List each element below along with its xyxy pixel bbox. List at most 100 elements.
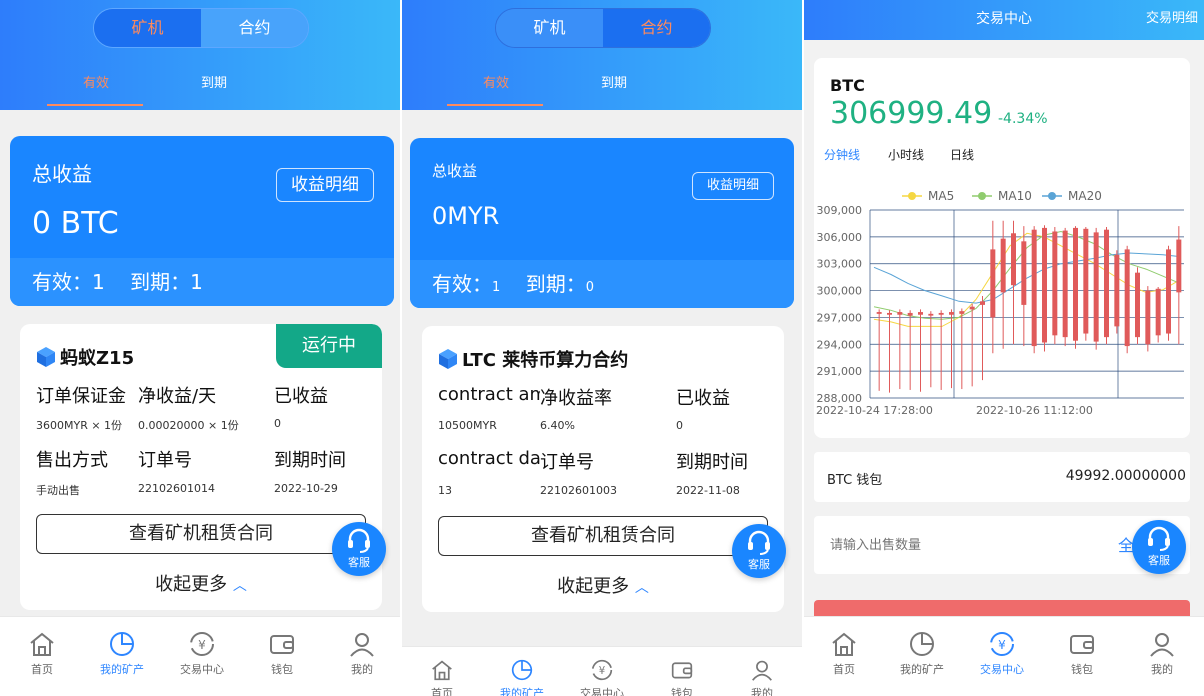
candle-body xyxy=(1031,229,1037,347)
label-sell-mode: 售出方式 xyxy=(36,450,108,471)
candle-body xyxy=(1166,249,1171,334)
nav-home[interactable]: 首页 xyxy=(2,631,82,677)
customer-service-button[interactable]: 客服 xyxy=(332,522,386,576)
nav-wallet[interactable]: 钱包 xyxy=(1042,631,1122,677)
pie-chart-icon xyxy=(910,632,934,656)
nav-home[interactable]: 首页 xyxy=(402,659,482,696)
expired-count: 0 xyxy=(585,280,594,295)
nav-trade-center[interactable]: ¥ 交易中心 xyxy=(562,659,642,696)
label-expire: 到期时间 xyxy=(274,450,346,471)
earnings-value: 0MYR xyxy=(432,202,500,230)
collapse-label: 收起更多 xyxy=(557,576,630,597)
home-icon xyxy=(30,632,54,656)
current-price: 306999.49 xyxy=(830,96,993,131)
tab-minute[interactable]: 分钟线 xyxy=(824,146,860,163)
nav-label-wallet: 钱包 xyxy=(1071,663,1093,676)
candle-body xyxy=(938,312,944,315)
trade-detail-link[interactable]: 交易明细 xyxy=(1146,0,1198,38)
nav-my-mining[interactable]: 我的矿产 xyxy=(482,659,562,696)
collapse-more-button[interactable]: 收起更多 ︿ xyxy=(422,572,784,598)
earnings-title: 总收益 xyxy=(32,162,92,186)
y-tick-label: 297,000 xyxy=(817,311,863,324)
collapse-label: 收起更多 xyxy=(155,574,228,595)
status-badge: 运行中 xyxy=(276,324,382,368)
customer-service-button[interactable]: 客服 xyxy=(732,524,786,578)
chart-legend: MA5 MA10 MA20 xyxy=(902,189,1102,203)
earnings-detail-button[interactable]: 收益明细 xyxy=(691,172,774,200)
seg-miner[interactable]: 矿机 xyxy=(496,9,603,47)
tab-hour[interactable]: 小时线 xyxy=(888,146,924,163)
customer-service-button[interactable]: 客服 xyxy=(1132,520,1186,574)
view-contract-button[interactable]: 查看矿机租赁合同 xyxy=(36,514,366,554)
nav-wallet[interactable]: 钱包 xyxy=(642,659,722,696)
candle-body xyxy=(1021,241,1027,305)
candle-body xyxy=(1062,230,1068,338)
nav-label-mining: 我的矿产 xyxy=(500,687,544,696)
tab-active[interactable]: 有效 xyxy=(483,72,509,91)
order-title: LTC 莱特币算力合约 xyxy=(438,346,628,372)
order-name: LTC 莱特币算力合约 xyxy=(462,350,629,371)
wallet-balance: 49992.00000000 xyxy=(1065,468,1186,484)
wallet-icon xyxy=(270,635,294,654)
nav-me[interactable]: 我的 xyxy=(722,659,802,696)
order-title: 蚂蚁Z15 xyxy=(36,344,134,370)
nav-label-home: 首页 xyxy=(431,687,453,696)
expired-label: 到期： xyxy=(525,272,586,296)
nav-my-mining[interactable]: 我的矿产 xyxy=(882,631,962,677)
mode-switch: 矿机 合约 xyxy=(93,8,309,48)
tab-day[interactable]: 日线 xyxy=(950,146,974,163)
nav-home[interactable]: 首页 xyxy=(804,631,884,677)
nav-my-mining[interactable]: 我的矿产 xyxy=(82,631,162,677)
earnings-detail-button[interactable]: 收益明细 xyxy=(276,168,374,202)
tab-underline xyxy=(47,104,143,106)
order-card: LTC 莱特币算力合约 contract amo 净收益率 已收益 10500M… xyxy=(422,326,784,612)
seg-miner[interactable]: 矿机 xyxy=(94,9,201,47)
seg-contract[interactable]: 合约 xyxy=(201,9,308,47)
nav-label-trade: 交易中心 xyxy=(980,663,1024,676)
headset-icon xyxy=(348,528,370,553)
nav-label-mining: 我的矿产 xyxy=(900,663,944,676)
candle-body xyxy=(1145,290,1151,345)
customer-service-label: 客服 xyxy=(1148,554,1170,567)
legend-marker xyxy=(908,192,916,200)
tab-expired[interactable]: 到期 xyxy=(601,72,627,91)
trade-center-panel: 交易中心 交易明细 BTC 306999.49 -4.34% 分钟线 小时线 日… xyxy=(804,0,1204,696)
candle-body xyxy=(928,313,934,316)
tab-expired[interactable]: 到期 xyxy=(201,72,227,91)
btc-wallet-row: BTC 钱包 49992.00000000 xyxy=(814,452,1190,502)
nav-trade-center[interactable]: ¥ 交易中心 xyxy=(162,631,242,677)
legend-label: MA5 xyxy=(928,189,954,203)
view-contract-button[interactable]: 查看矿机租赁合同 xyxy=(438,516,768,556)
value-order-no: 22102601003 xyxy=(540,484,617,497)
chart-card: BTC 306999.49 -4.34% 分钟线 小时线 日线 MA5 MA10 M… xyxy=(814,58,1190,438)
nav-me[interactable]: 我的 xyxy=(1122,631,1202,677)
expired-count: 1 xyxy=(190,270,203,294)
legend-marker xyxy=(978,192,986,200)
candle-body xyxy=(949,312,954,315)
chevron-up-icon: ︿ xyxy=(232,578,247,594)
cube-icon xyxy=(439,349,457,369)
headset-icon xyxy=(748,530,770,555)
y-tick-label: 294,000 xyxy=(817,338,863,351)
svg-text:¥: ¥ xyxy=(198,638,206,652)
value-earned: 0 xyxy=(274,417,281,430)
pie-chart-icon xyxy=(110,632,134,656)
mining-panel: 矿机 合约 有效 到期 总收益 收益明细 0 BTC 有效：1 到期：1 运行中… xyxy=(0,0,400,696)
tab-active[interactable]: 有效 xyxy=(83,72,109,91)
sell-amount-input[interactable] xyxy=(830,534,1110,556)
nav-trade-center[interactable]: ¥ 交易中心 xyxy=(962,631,1042,677)
label-order-no: 订单号 xyxy=(138,450,192,471)
nav-wallet[interactable]: 钱包 xyxy=(242,631,322,677)
earnings-title: 总收益 xyxy=(432,162,478,180)
nav-me[interactable]: 我的 xyxy=(322,631,400,677)
candle-body xyxy=(1155,288,1161,336)
label-contract-amount: contract amo xyxy=(438,384,540,405)
candle-body xyxy=(1135,272,1140,338)
candle-body xyxy=(1011,233,1016,286)
nav-label-wallet: 钱包 xyxy=(671,687,693,696)
value-deposit: 3600MYR × 1份 xyxy=(36,419,123,432)
home-icon xyxy=(832,632,856,656)
bottom-nav: 首页 我的矿产 ¥ 交易中心 钱包 我的 xyxy=(402,646,802,696)
collapse-more-button[interactable]: 收起更多 ︿ xyxy=(20,570,382,596)
seg-contract[interactable]: 合约 xyxy=(603,9,710,47)
